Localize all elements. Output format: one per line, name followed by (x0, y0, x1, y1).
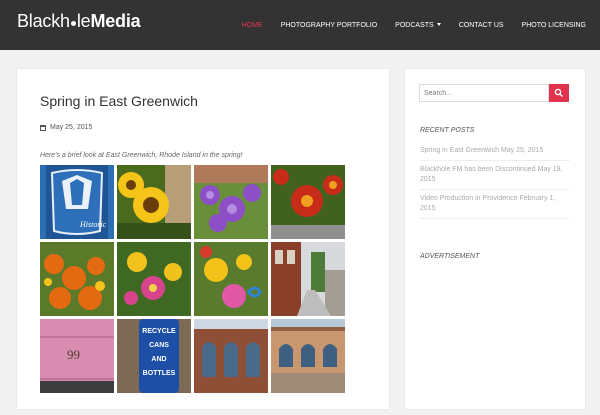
site-header: Blackh leMedia HOME PHOTOGRAPHY PORTFOLIO… (0, 0, 600, 50)
site-logo[interactable]: Blackh leMedia (17, 11, 141, 32)
sidebar: RECENT POSTS Spring in East Greenwich Ma… (405, 69, 585, 409)
search-button[interactable] (549, 84, 569, 102)
gallery-photo-door-number[interactable]: 99 (40, 319, 114, 393)
advertisement-title: ADVERTISEMENT (420, 253, 480, 260)
nav-contact-us[interactable]: CONTACT US (459, 22, 504, 29)
nav-podcasts-label: PODCASTS (395, 21, 434, 29)
logo-text-1: Blackh (17, 11, 70, 31)
recycle-sign-text-4: BOTTLES (143, 370, 176, 377)
gallery-photo-arched-windows[interactable] (271, 319, 345, 393)
logo-dot-icon (70, 21, 76, 26)
gallery-photo-blue-sign[interactable]: Historic (40, 165, 114, 239)
gallery-photo-pink-yellow-flowers[interactable] (117, 242, 191, 316)
gallery-photo-petunias[interactable] (194, 165, 268, 239)
post-meta: May 25, 2015 (40, 124, 92, 131)
gallery-photo-ribbons[interactable] (194, 242, 268, 316)
post-title[interactable]: Spring in East Greenwich (40, 93, 198, 109)
chevron-down-icon (436, 22, 441, 26)
gallery-photo-orange-flowers[interactable] (40, 242, 114, 316)
door-number-text: 99 (67, 347, 80, 362)
recent-post-item: Video Production in Providence February … (420, 190, 570, 219)
gallery-photo-red-flowers[interactable] (271, 165, 345, 239)
recycle-sign-text-1: RECYCLE (142, 328, 176, 335)
recent-post-link[interactable]: Blackhole FM has been Discontinued (420, 166, 536, 173)
post-intro: Here's a brief look at East Greenwich, R… (40, 152, 243, 159)
logo-text-2: le (76, 11, 91, 31)
photo-gallery: Historic 99 RECYCLE CANS AND BOTTLES (40, 165, 345, 415)
recent-post-item: Blackhole FM has been Discontinued May 1… (420, 161, 570, 190)
main-nav: HOME PHOTOGRAPHY PORTFOLIO PODCASTS CONT… (224, 0, 586, 50)
post-card: Spring in East Greenwich May 25, 2015 He… (17, 69, 389, 409)
search-icon (554, 88, 563, 97)
recent-post-link[interactable]: Video Production in Providence (420, 195, 518, 202)
nav-home[interactable]: HOME (242, 22, 263, 29)
nav-photo-licensing[interactable]: PHOTO LICENSING (522, 22, 586, 29)
search-input[interactable] (419, 84, 549, 102)
gallery-photo-main-street[interactable] (271, 242, 345, 316)
recent-post-item: Spring in East Greenwich May 25, 2015 (420, 142, 570, 161)
gallery-photo-brick-building[interactable] (194, 319, 268, 393)
recent-post-link[interactable]: Spring in East Greenwich (420, 147, 499, 154)
recent-posts-list: Spring in East Greenwich May 25, 2015 Bl… (420, 142, 570, 219)
nav-photography-portfolio[interactable]: PHOTOGRAPHY PORTFOLIO (281, 22, 377, 29)
recycle-sign-text-3: AND (151, 356, 166, 363)
gallery-photo-recycle-sign[interactable]: RECYCLE CANS AND BOTTLES (117, 319, 191, 393)
recycle-sign-text-2: CANS (149, 342, 169, 349)
calendar-icon (40, 124, 46, 131)
recent-posts-title: RECENT POSTS (420, 127, 475, 134)
nav-podcasts[interactable]: PODCASTS (395, 22, 441, 29)
svg-text:Historic: Historic (79, 220, 107, 229)
logo-text-3: Media (90, 11, 141, 31)
post-date[interactable]: May 25, 2015 (50, 124, 92, 131)
gallery-photo-sunflowers[interactable] (117, 165, 191, 239)
recent-post-date: May 25, 2015 (500, 147, 544, 154)
